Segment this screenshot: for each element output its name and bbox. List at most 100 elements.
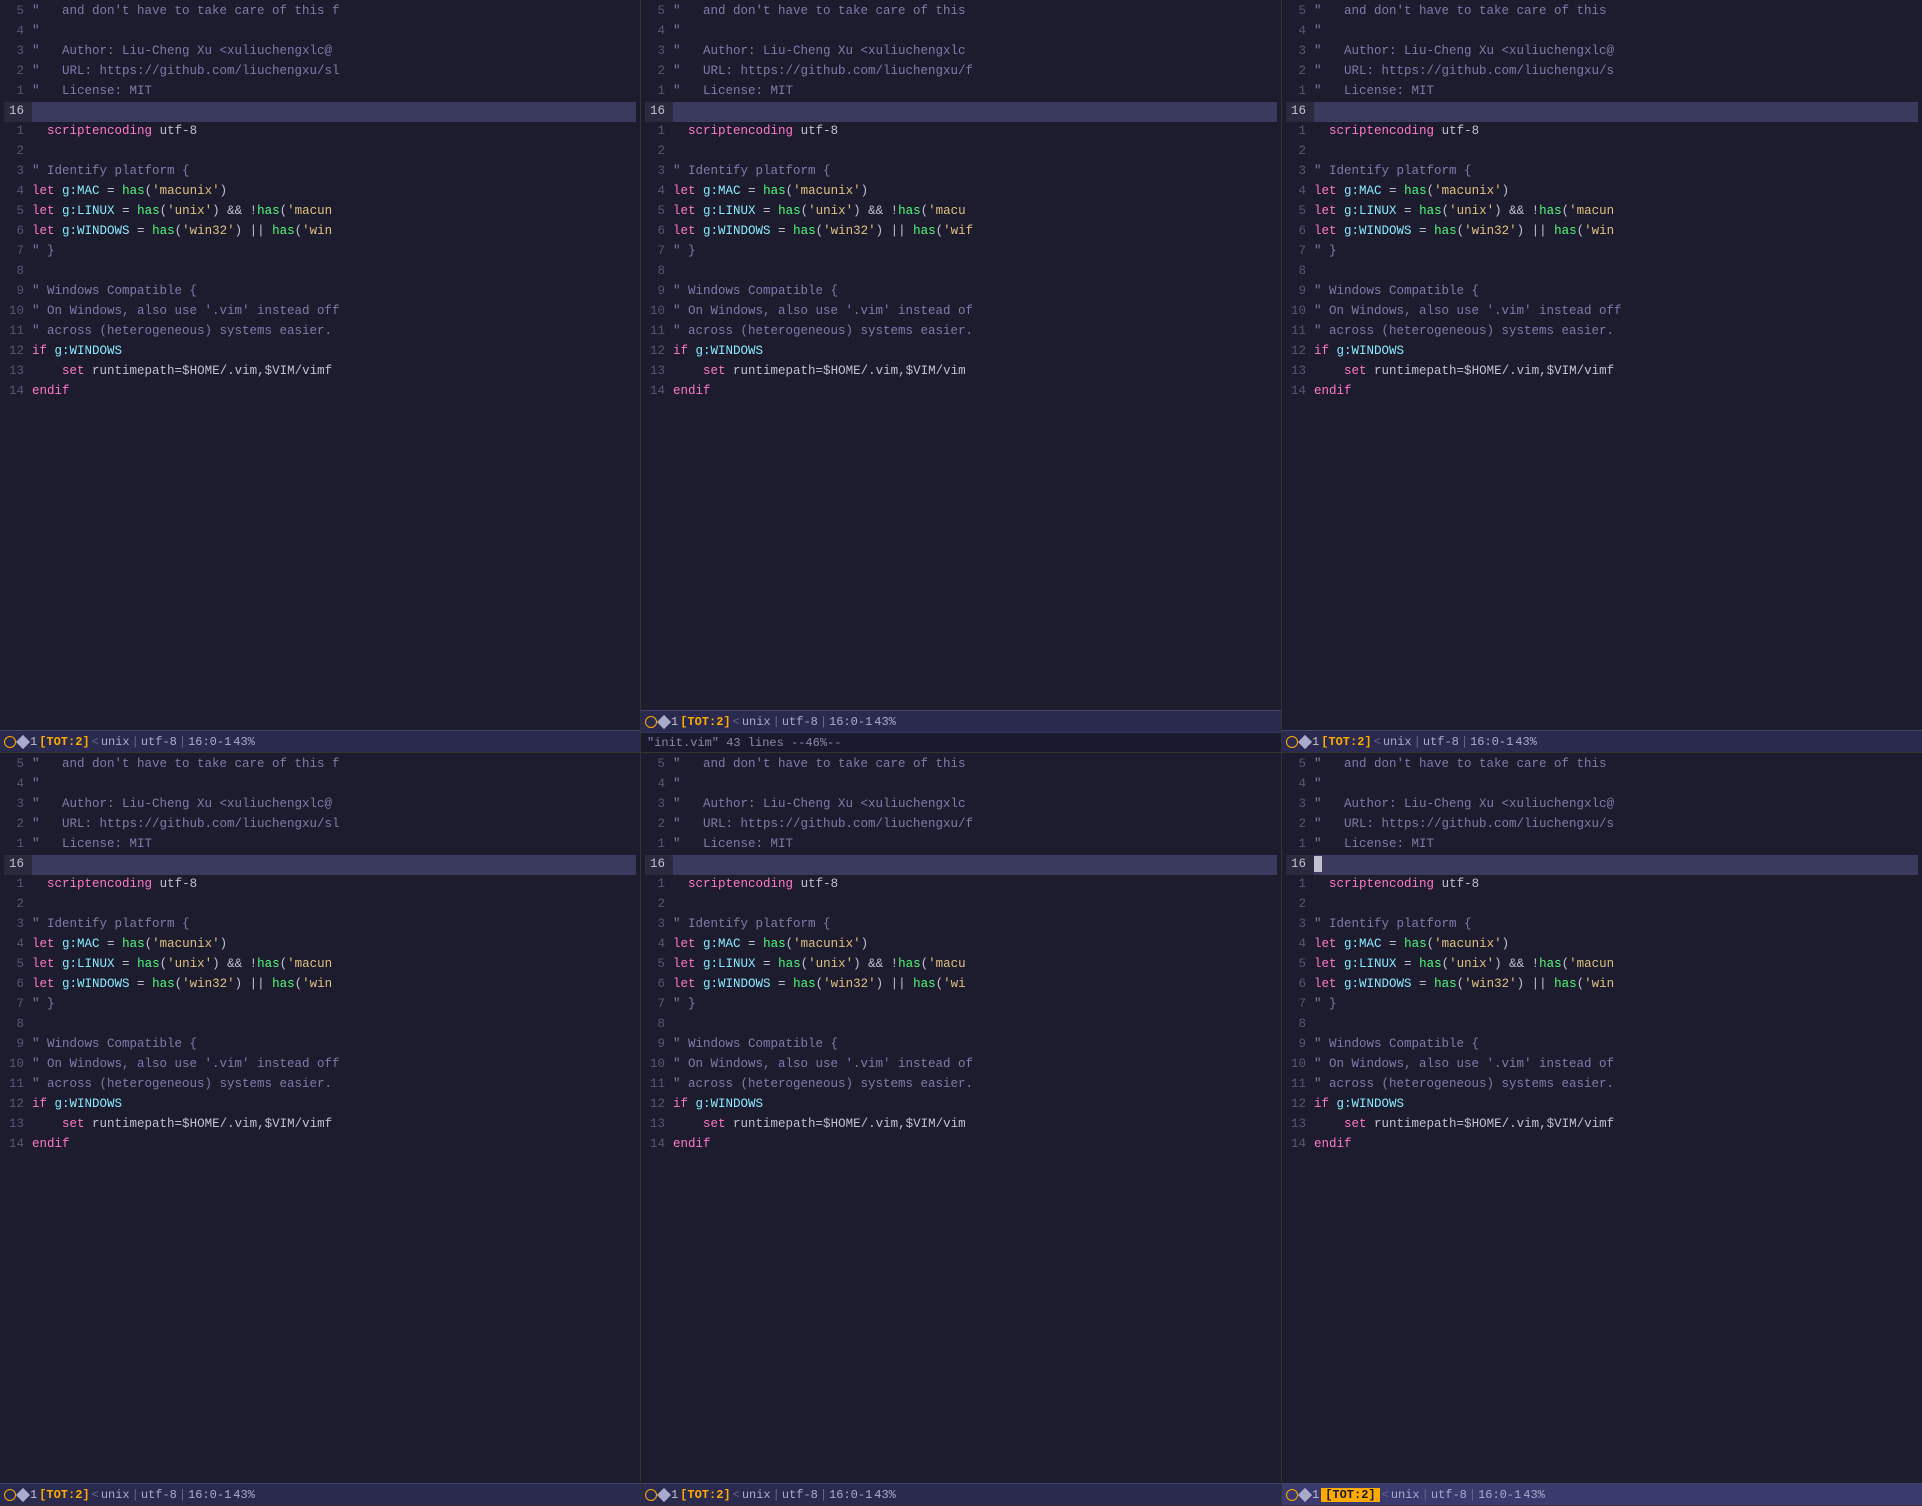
code-line: 13 set runtimepath=$HOME/.vim,$VIM/vimf — [0, 362, 640, 382]
code-line: 2 — [641, 142, 1281, 162]
line-content: " License: MIT — [1314, 835, 1918, 855]
line-content: " } — [673, 242, 1277, 262]
code-line: 4 let g:MAC = has('macunix') — [641, 182, 1281, 202]
status-circle — [4, 736, 16, 748]
line-content: " Windows Compatible { — [673, 1035, 1277, 1055]
line-num: 2 — [645, 62, 673, 82]
code-line: 3 " Author: Liu-Cheng Xu <xuliuchengxlc@ — [1282, 42, 1922, 62]
line-content: " Identify platform { — [1314, 162, 1918, 182]
code-line: 5 let g:LINUX = has('unix') && !has('mac… — [1282, 202, 1922, 222]
line-num: 2 — [645, 895, 673, 915]
status-circle — [4, 1489, 16, 1501]
line-content — [1314, 1015, 1918, 1035]
pane-bot-mid: 5 " and don't have to take care of this … — [641, 753, 1282, 1506]
line-num: 10 — [645, 1055, 673, 1075]
line-num: 16 — [4, 855, 32, 875]
status-num: 1 — [30, 1488, 37, 1502]
code-area[interactable]: 5 " and don't have to take care of this … — [641, 0, 1281, 710]
code-line: 11 " across (heterogeneous) systems easi… — [1282, 1075, 1922, 1095]
line-content: " License: MIT — [673, 82, 1277, 102]
code-line: 1 scriptencoding utf-8 — [0, 122, 640, 142]
code-line: 11 " across (heterogeneous) systems easi… — [641, 1075, 1281, 1095]
code-line: 5 " and don't have to take care of this — [641, 755, 1281, 775]
code-area[interactable]: 5 " and don't have to take care of this … — [641, 753, 1281, 1483]
line-num: 10 — [1286, 1055, 1314, 1075]
code-line: 14 endif — [1282, 382, 1922, 402]
code-line: 2 " URL: https://github.com/liuchengxu/s — [1282, 62, 1922, 82]
status-bar-top-right: 1 [TOT:2] < unix | utf-8 | 16:0-1 43% — [1282, 730, 1922, 752]
code-line: 11 " across (heterogeneous) systems easi… — [0, 322, 640, 342]
line-content: " } — [32, 242, 636, 262]
code-area[interactable]: 5 " and don't have to take care of this … — [1282, 753, 1922, 1483]
line-content: if g:WINDOWS — [1314, 342, 1918, 362]
line-content: " Author: Liu-Cheng Xu <xuliuchengxlc — [673, 795, 1277, 815]
line-num: 14 — [4, 382, 32, 402]
line-num: 3 — [645, 162, 673, 182]
line-num: 12 — [1286, 1095, 1314, 1115]
line-num: 6 — [645, 222, 673, 242]
code-line: 2 " URL: https://github.com/liuchengxu/s — [1282, 815, 1922, 835]
status-diamond — [16, 734, 30, 748]
line-num: 2 — [645, 142, 673, 162]
code-area[interactable]: 5 " and don't have to take care of this … — [0, 0, 640, 730]
line-content — [32, 102, 636, 122]
line-num: 14 — [645, 1135, 673, 1155]
line-content: scriptencoding utf-8 — [673, 875, 1277, 895]
status-sep1: < — [92, 1488, 99, 1502]
line-num: 16 — [4, 102, 32, 122]
status-sep1: < — [733, 1488, 740, 1502]
line-num: 1 — [645, 875, 673, 895]
line-num: 4 — [645, 775, 673, 795]
status-percent: 43% — [233, 1488, 255, 1502]
line-content: let g:MAC = has('macunix') — [32, 182, 636, 202]
line-content: let g:LINUX = has('unix') && !has('macu — [673, 955, 1277, 975]
line-num: 1 — [4, 82, 32, 102]
status-sep3: | — [179, 735, 186, 749]
code-line: 2 " URL: https://github.com/liuchengxu/s… — [0, 62, 640, 82]
status-type: unix — [1383, 735, 1412, 749]
line-content: let g:MAC = has('macunix') — [673, 182, 1277, 202]
line-content: " — [32, 22, 636, 42]
code-line: 12 if g:WINDOWS — [641, 1095, 1281, 1115]
line-content: " Windows Compatible { — [32, 282, 636, 302]
pane-bot-right: 5 " and don't have to take care of this … — [1282, 753, 1922, 1506]
code-line: 7 " } — [1282, 995, 1922, 1015]
line-content — [1314, 895, 1918, 915]
line-content: " On Windows, also use '.vim' instead of… — [32, 1055, 636, 1075]
code-line: 4 let g:MAC = has('macunix') — [0, 935, 640, 955]
line-num: 16 — [1286, 102, 1314, 122]
code-line: 10 " On Windows, also use '.vim' instead… — [1282, 1055, 1922, 1075]
code-area[interactable]: 5 " and don't have to take care of this … — [0, 753, 640, 1483]
status-tot: [TOT:2] — [39, 735, 89, 749]
line-num: 3 — [645, 795, 673, 815]
status-num: 1 — [30, 735, 37, 749]
line-content: " Identify platform { — [32, 915, 636, 935]
status-sep1: < — [1382, 1488, 1389, 1502]
code-line: 6 let g:WINDOWS = has('win32') || has('w… — [1282, 222, 1922, 242]
line-num: 5 — [1286, 955, 1314, 975]
line-num: 4 — [1286, 22, 1314, 42]
line-content: set runtimepath=$HOME/.vim,$VIM/vim — [673, 1115, 1277, 1135]
line-num: 12 — [4, 342, 32, 362]
line-num: 6 — [4, 975, 32, 995]
code-line: 9 " Windows Compatible { — [1282, 1035, 1922, 1055]
line-num: 5 — [4, 202, 32, 222]
status-percent: 43% — [233, 735, 255, 749]
code-line: 1 scriptencoding utf-8 — [0, 875, 640, 895]
code-line: 12 if g:WINDOWS — [0, 1095, 640, 1115]
code-line: 2 " URL: https://github.com/liuchengxu/f — [641, 815, 1281, 835]
line-num: 13 — [645, 362, 673, 382]
code-area[interactable]: 5 " and don't have to take care of this … — [1282, 0, 1922, 730]
code-line: 3 " Author: Liu-Cheng Xu <xuliuchengxlc@ — [0, 42, 640, 62]
code-line: 3 " Identify platform { — [641, 915, 1281, 935]
line-num: 10 — [4, 1055, 32, 1075]
code-line: 7 " } — [1282, 242, 1922, 262]
line-num: 16 — [645, 102, 673, 122]
code-line: 10 " On Windows, also use '.vim' instead… — [0, 302, 640, 322]
line-content: let g:MAC = has('macunix') — [1314, 935, 1918, 955]
code-line: 11 " across (heterogeneous) systems easi… — [1282, 322, 1922, 342]
code-line: 1 " License: MIT — [641, 835, 1281, 855]
code-line: 16 — [0, 102, 640, 122]
code-line: 7 " } — [641, 242, 1281, 262]
line-num: 3 — [4, 42, 32, 62]
